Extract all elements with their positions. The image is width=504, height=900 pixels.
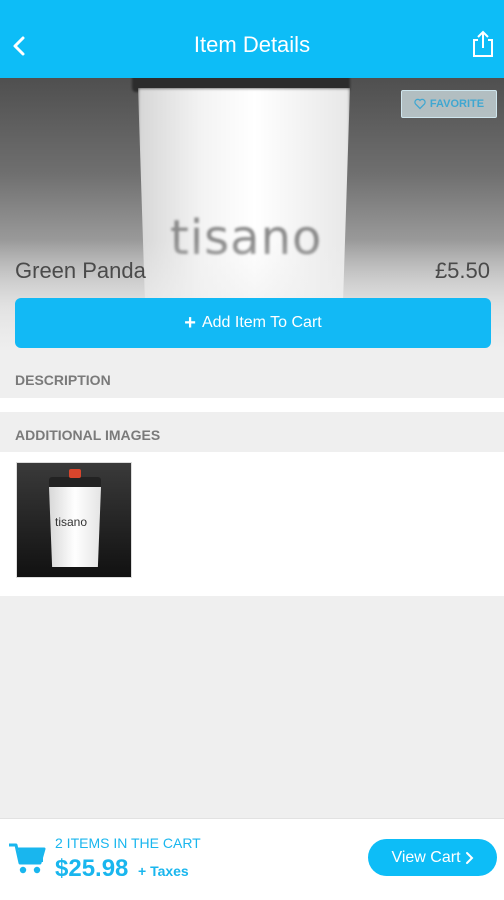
add-to-cart-label: Add Item To Cart [201,314,322,331]
product-price: £5.50 [434,258,490,283]
description-body [0,398,504,412]
favorite-button[interactable]: FAVORITE [401,90,497,118]
share-icon [473,30,493,57]
heart-icon [414,98,426,110]
additional-images-header: ADDITIONAL IMAGES [0,418,504,452]
description-header: DESCRIPTION [0,362,504,398]
cart-item-count: 2 ITEMS IN THE CART [55,835,201,851]
product-name: Green Panda [15,258,146,283]
cart-footer: 2 ITEMS IN THE CART $25.98 + Taxes View … [0,818,504,900]
view-cart-label: View Cart [391,848,461,866]
cart-taxes-note: + Taxes [138,863,189,879]
plus-icon: + [184,312,196,334]
cart-total: $25.98 [55,855,129,882]
description-title: DESCRIPTION [15,372,111,388]
shopping-cart-icon [9,843,46,874]
add-to-cart-button[interactable]: + Add Item To Cart [15,298,491,348]
chevron-right-icon [465,851,473,864]
additional-images-title: ADDITIONAL IMAGES [15,427,161,443]
thumb-cup-logo: tisano [55,515,88,529]
additional-image-thumbnail[interactable]: tisano [16,462,132,578]
favorite-label: FAVORITE [429,98,485,110]
additional-images-list: tisano [0,452,504,596]
thumb-cup-cap [69,469,81,478]
share-button[interactable] [472,30,494,60]
app-header: Item Details [0,0,504,78]
page-title: Item Details [193,32,311,57]
view-cart-button[interactable]: View Cart [368,839,497,876]
